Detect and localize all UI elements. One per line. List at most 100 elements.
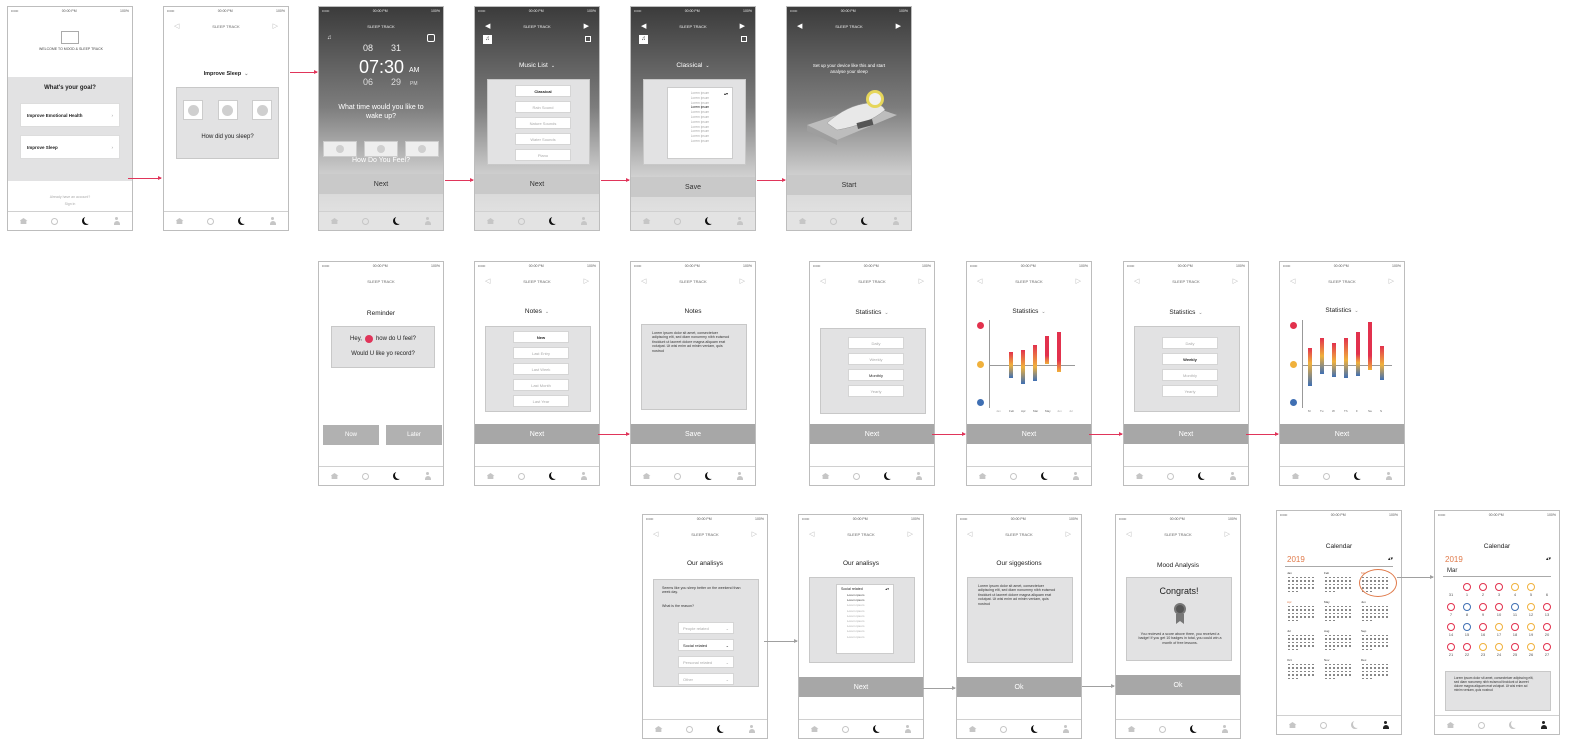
- face-neutral-button[interactable]: [364, 141, 398, 157]
- year-label[interactable]: 2019: [1287, 555, 1305, 564]
- tab-mood[interactable]: [1010, 472, 1018, 480]
- forward-arrow-icon[interactable]: ▷: [1233, 277, 1238, 285]
- chat-icon[interactable]: [585, 36, 591, 42]
- page-title[interactable]: Music List ⌄: [475, 62, 599, 69]
- mini-month[interactable]: Feb: [1324, 571, 1358, 597]
- music-note-icon[interactable]: ♫: [639, 35, 648, 44]
- day-cell[interactable]: 9: [1477, 603, 1489, 621]
- tab-profile[interactable]: [915, 472, 923, 480]
- tab-profile[interactable]: [269, 217, 277, 225]
- list-item[interactable]: Monthly: [848, 369, 904, 381]
- list-item[interactable]: Daily: [1162, 337, 1218, 349]
- page-title[interactable]: Statistics ⌄: [1124, 309, 1248, 316]
- year-label[interactable]: 2019: [1445, 555, 1463, 564]
- tab-home[interactable]: [642, 217, 651, 225]
- page-title[interactable]: Statistics ⌄: [810, 309, 934, 316]
- mini-month[interactable]: Oct: [1287, 658, 1321, 684]
- year-stepper-icon[interactable]: ▴▾: [1546, 556, 1551, 562]
- tab-mood[interactable]: [51, 217, 59, 225]
- list-item[interactable]: Last Entry: [513, 347, 569, 359]
- tab-mood[interactable]: [1159, 725, 1167, 733]
- day-cell[interactable]: 23: [1477, 643, 1489, 661]
- tab-profile[interactable]: [1382, 721, 1390, 729]
- tab-profile[interactable]: [736, 217, 744, 225]
- goal-emotional-health-button[interactable]: Improve Emotional Health ›: [20, 103, 120, 127]
- chat-icon[interactable]: [741, 36, 747, 42]
- hour-prev[interactable]: 08: [363, 43, 373, 53]
- tab-mood[interactable]: [362, 217, 370, 225]
- day-cell[interactable]: 31: [1445, 583, 1457, 601]
- back-arrow-icon[interactable]: ◁: [820, 277, 825, 285]
- tab-home[interactable]: [19, 217, 28, 225]
- mini-month[interactable]: Sep: [1361, 629, 1395, 655]
- list-item[interactable]: Monthly: [1162, 369, 1218, 381]
- tab-mood[interactable]: [674, 217, 682, 225]
- tab-profile[interactable]: [1229, 472, 1237, 480]
- mini-month[interactable]: Jul: [1287, 629, 1321, 655]
- day-cell[interactable]: 25: [1509, 643, 1521, 661]
- page-title[interactable]: Notes ⌄: [475, 308, 599, 315]
- tab-home[interactable]: [654, 725, 663, 733]
- tab-mood[interactable]: [842, 725, 850, 733]
- tab-mood[interactable]: [518, 472, 526, 480]
- list-item[interactable]: Rain Sound: [515, 101, 571, 113]
- day-cell[interactable]: 14: [1445, 623, 1457, 641]
- tab-mood[interactable]: [853, 472, 861, 480]
- list-item[interactable]: Last Month: [513, 379, 569, 391]
- tab-mood[interactable]: [686, 725, 694, 733]
- forward-arrow-icon[interactable]: ▷: [1076, 277, 1081, 285]
- forward-arrow-icon[interactable]: ▶: [584, 22, 589, 30]
- back-arrow-icon[interactable]: ◁: [174, 22, 179, 30]
- tab-mood[interactable]: [1000, 725, 1008, 733]
- forward-arrow-icon[interactable]: ▷: [740, 277, 745, 285]
- face-neutral-button[interactable]: [217, 100, 238, 120]
- day-cell[interactable]: 15: [1461, 623, 1473, 641]
- face-bad-button[interactable]: [252, 100, 272, 120]
- day-cell[interactable]: 4: [1509, 583, 1521, 601]
- day-cell[interactable]: 19: [1525, 623, 1537, 641]
- tab-sleep[interactable]: [1354, 472, 1362, 480]
- forward-arrow-icon[interactable]: ▷: [584, 277, 589, 285]
- forward-arrow-icon[interactable]: ▷: [908, 530, 913, 538]
- next-button[interactable]: Next: [475, 174, 599, 194]
- back-arrow-icon[interactable]: ◁: [641, 277, 646, 285]
- tab-sleep[interactable]: [873, 725, 881, 733]
- tab-profile[interactable]: [1072, 472, 1080, 480]
- tab-sleep[interactable]: [238, 217, 246, 225]
- tab-profile[interactable]: [1221, 725, 1229, 733]
- next-button[interactable]: Next: [810, 424, 934, 444]
- tab-sleep[interactable]: [1509, 721, 1517, 729]
- tab-sleep[interactable]: [1198, 472, 1206, 480]
- face-good-button[interactable]: [183, 100, 203, 120]
- year-stepper-icon[interactable]: ▴▾: [1388, 556, 1393, 562]
- back-arrow-icon[interactable]: ◀: [797, 22, 802, 30]
- mini-month[interactable]: Jun: [1361, 600, 1395, 626]
- day-cell[interactable]: 16: [1477, 623, 1489, 641]
- day-cell[interactable]: 22: [1461, 643, 1473, 661]
- tab-home[interactable]: [978, 472, 987, 480]
- day-cell[interactable]: 7: [1445, 603, 1457, 621]
- tab-home[interactable]: [810, 725, 819, 733]
- tab-mood[interactable]: [1167, 472, 1175, 480]
- next-button[interactable]: Next: [799, 677, 923, 697]
- tab-profile[interactable]: [424, 217, 432, 225]
- tab-home[interactable]: [821, 472, 830, 480]
- forward-arrow-icon[interactable]: ▶: [740, 22, 745, 30]
- tab-profile[interactable]: [580, 217, 588, 225]
- tab-sleep[interactable]: [884, 472, 892, 480]
- forward-arrow-icon[interactable]: ▷: [1389, 277, 1394, 285]
- back-arrow-icon[interactable]: ◁: [809, 530, 814, 538]
- forward-arrow-icon[interactable]: ▷: [1066, 530, 1071, 538]
- forward-arrow-icon[interactable]: ▷: [752, 530, 757, 538]
- tab-sleep[interactable]: [393, 472, 401, 480]
- day-cell[interactable]: 26: [1525, 643, 1537, 661]
- back-arrow-icon[interactable]: ◁: [1126, 530, 1131, 538]
- page-title[interactable]: Improve Sleep ⌄: [164, 71, 288, 77]
- tab-home[interactable]: [486, 472, 495, 480]
- day-cell[interactable]: 8: [1461, 603, 1473, 621]
- tab-mood[interactable]: [674, 472, 682, 480]
- tab-profile[interactable]: [736, 472, 744, 480]
- tab-home[interactable]: [1127, 725, 1136, 733]
- note-editor[interactable]: Lorem ipsum dolor sit amet, consectetuer…: [641, 324, 747, 410]
- minute-prev[interactable]: 31: [391, 43, 401, 53]
